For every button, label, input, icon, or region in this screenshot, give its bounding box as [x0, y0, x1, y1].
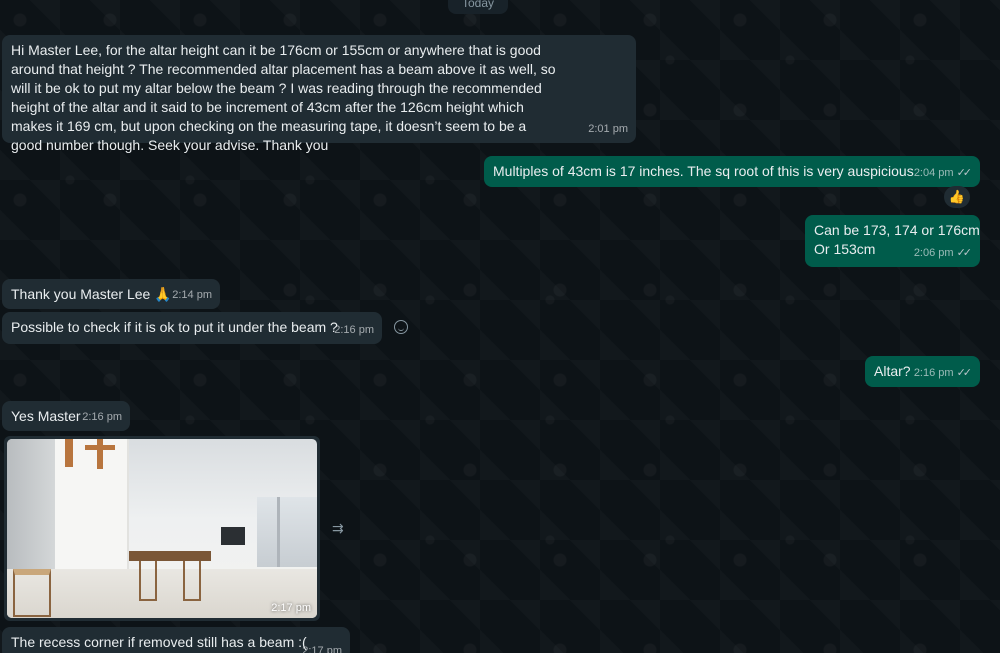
message-time: 2:16 pm: [334, 324, 374, 336]
message-time: 2:14 pm: [172, 289, 212, 301]
message-time: 2:16 pm: [913, 367, 954, 379]
photo-beam: [85, 445, 115, 450]
message-text: Thank you Master Lee 🙏: [11, 286, 172, 302]
read-ticks-icon: ✓✓: [956, 167, 973, 179]
message-text: Multiples of 43cm is 17 inches. The sq r…: [493, 163, 914, 179]
message-time: 2:04 pm: [913, 167, 954, 179]
date-chip: Today: [448, 0, 509, 14]
message-meta: 2:04 pm ✓✓: [914, 164, 972, 183]
message-meta: 2:14 pm: [172, 286, 212, 305]
message-time: 2:17 pm: [302, 645, 342, 653]
read-ticks-icon: ✓✓: [956, 367, 973, 379]
photo-window: [257, 497, 317, 567]
message-time: 2:17 pm: [271, 602, 311, 614]
message-meta: 2:16 pm: [334, 321, 374, 340]
photo-chair: [183, 561, 201, 601]
message-incoming[interactable]: Hi Master Lee, for the altar height can …: [2, 35, 636, 153]
message-time: 2:06 pm: [913, 247, 954, 259]
chat-area: Today Hi Master Lee, for the altar heigh…: [0, 0, 1000, 653]
emoji-reaction-icon[interactable]: [394, 320, 408, 334]
message-meta: 2:17 pm: [302, 642, 342, 653]
photo-chair: [13, 569, 51, 617]
message-text: Yes Master: [11, 408, 81, 424]
message-incoming[interactable]: The recess corner if removed still has a…: [2, 627, 350, 653]
message-time: 2:01 pm: [588, 123, 628, 135]
message-incoming[interactable]: Yes Master 2:16 pm: [2, 401, 130, 431]
message-text: The recess corner if removed still has a…: [11, 634, 307, 650]
thumbs-up-reaction-icon[interactable]: 👍: [944, 186, 970, 208]
message-meta: 2:16 pm ✓✓: [914, 364, 972, 383]
photo-beam: [97, 439, 103, 469]
message-text: Altar?: [874, 363, 911, 379]
room-photo[interactable]: 2:17 pm: [7, 439, 317, 618]
message-outgoing[interactable]: Multiples of 43cm is 17 inches. The sq r…: [484, 156, 980, 187]
message-meta: 2:01 pm: [588, 120, 628, 139]
photo-table: [129, 551, 211, 561]
message-meta: 2:06 pm ✓✓: [914, 244, 972, 263]
read-ticks-icon: ✓✓: [956, 247, 973, 259]
forward-icon[interactable]: ⇉: [332, 520, 344, 537]
message-incoming[interactable]: Thank you Master Lee 🙏 2:14 pm: [2, 279, 220, 309]
message-outgoing[interactable]: Can be 173, 174 or 176cm Or 153cm 2:06 p…: [805, 215, 980, 267]
message-outgoing[interactable]: Altar? 2:16 pm ✓✓: [865, 356, 980, 387]
message-text: Possible to check if it is ok to put it …: [11, 319, 338, 335]
message-text: Hi Master Lee, for the altar height can …: [11, 42, 556, 153]
photo-chair: [139, 561, 157, 601]
message-incoming[interactable]: Possible to check if it is ok to put it …: [2, 312, 382, 344]
image-message[interactable]: 2:17 pm: [4, 436, 320, 621]
photo-tv: [221, 527, 245, 545]
message-text-line: Can be 173, 174 or 176cm: [814, 222, 980, 238]
message-meta: 2:16 pm: [82, 408, 122, 427]
photo-beam: [65, 439, 73, 467]
message-time: 2:16 pm: [82, 411, 122, 423]
photo-window-frame: [277, 497, 280, 567]
